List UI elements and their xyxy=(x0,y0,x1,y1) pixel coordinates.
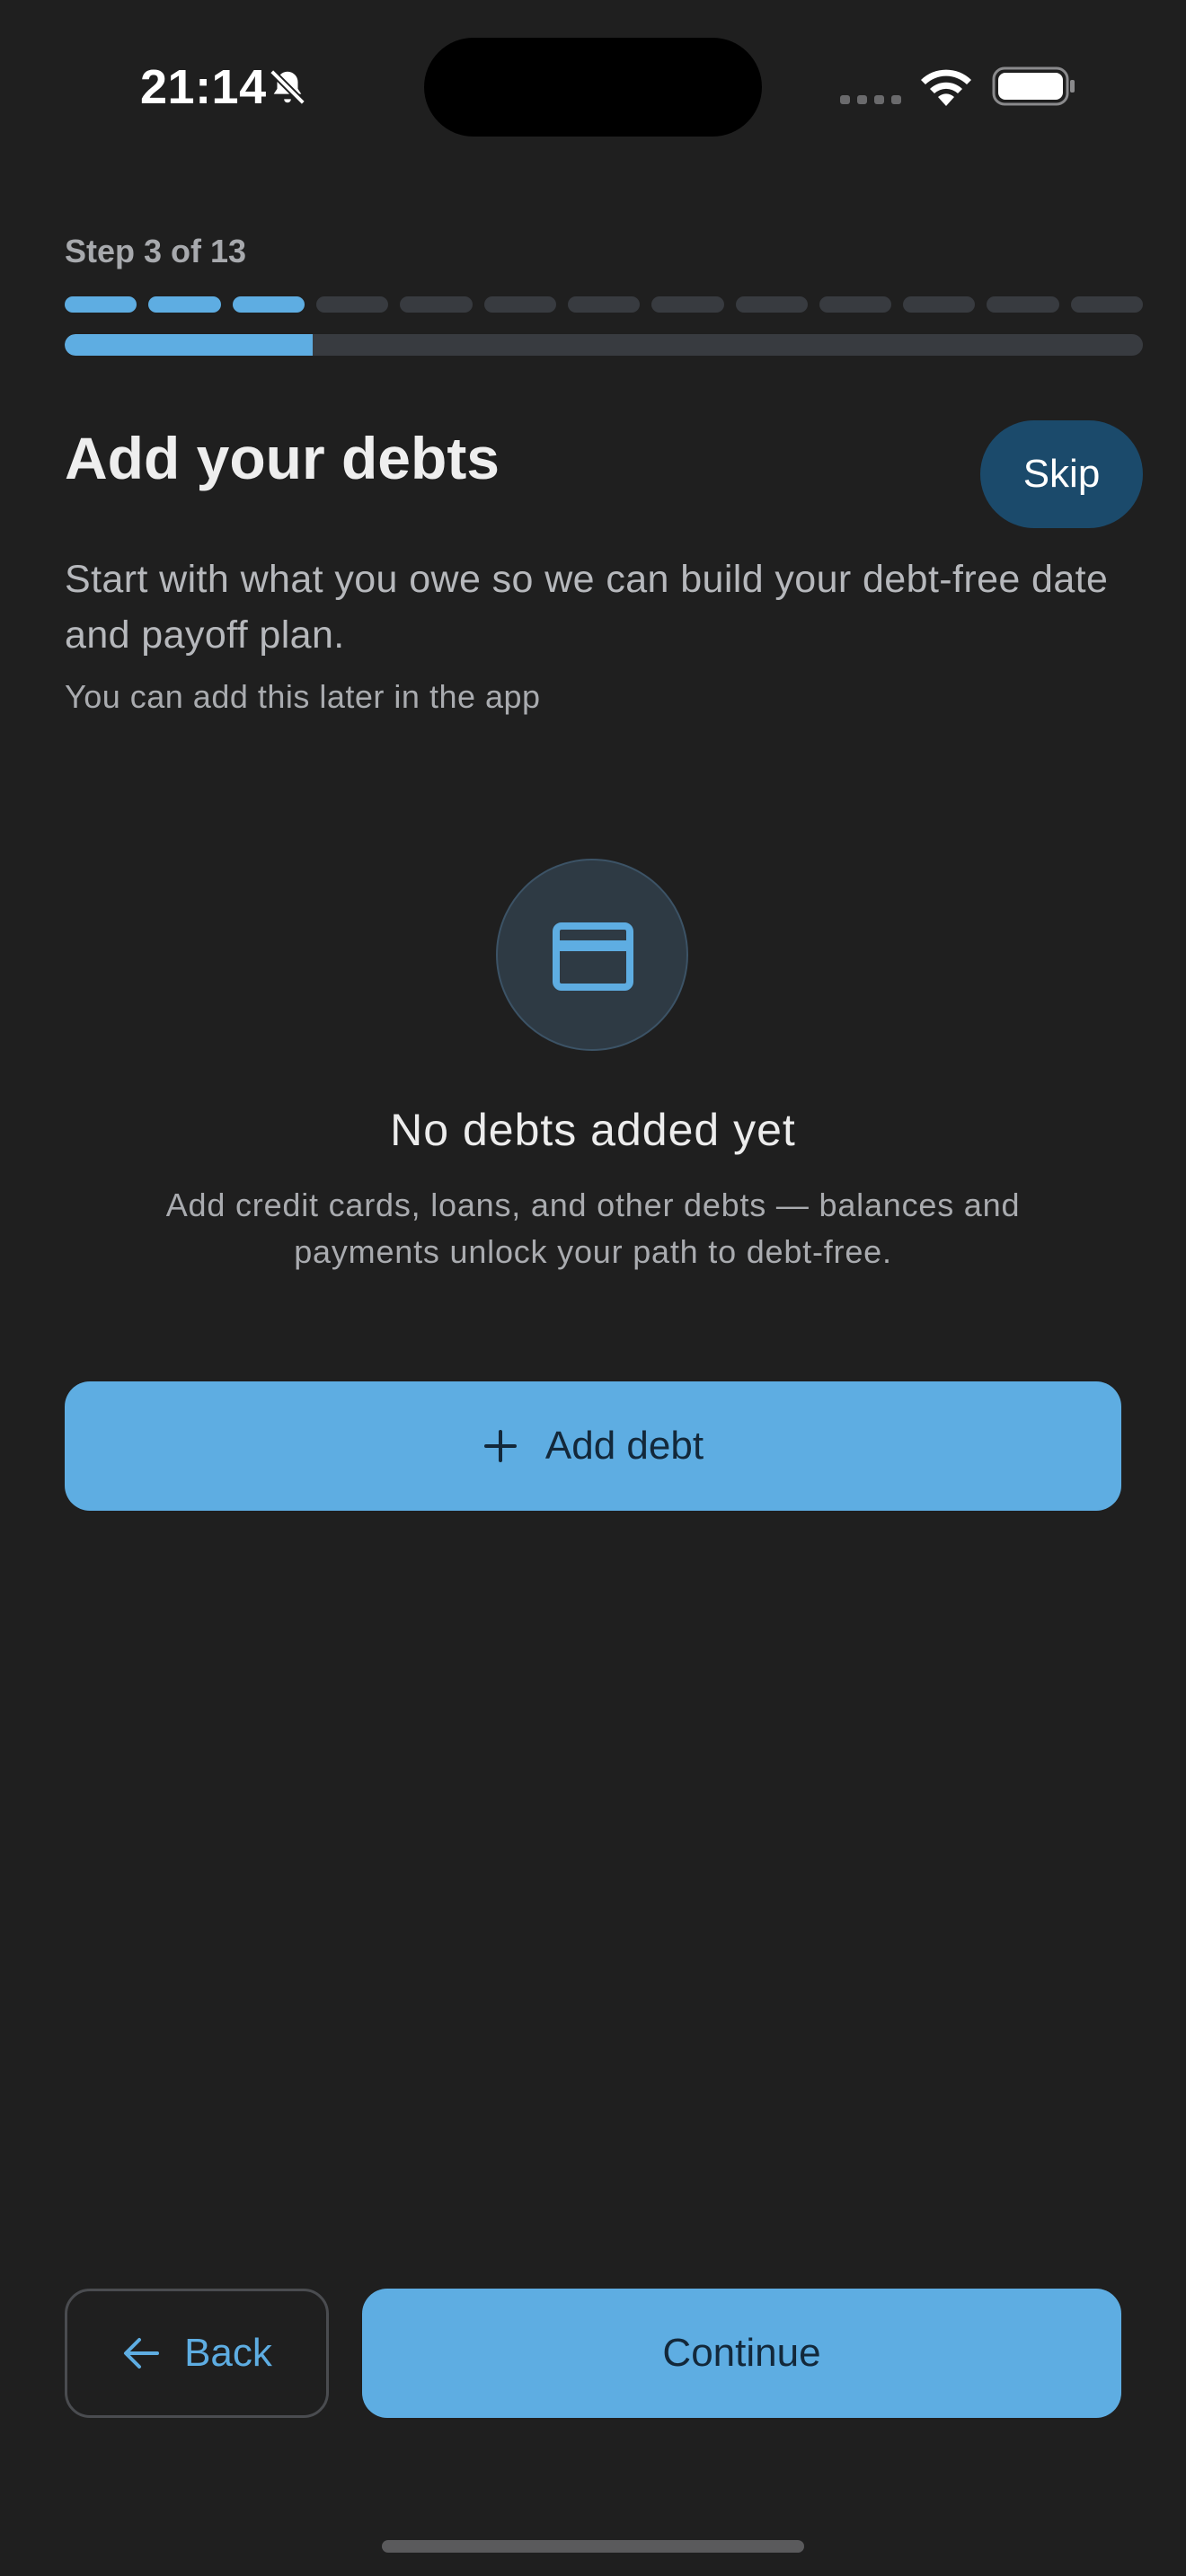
step-segment xyxy=(148,296,221,313)
page-title: Add your debts xyxy=(65,425,500,491)
step-segment xyxy=(567,296,641,313)
skip-button[interactable]: Skip xyxy=(980,420,1143,528)
step-segment xyxy=(651,296,724,313)
step-segment xyxy=(735,296,808,313)
step-label: Step 3 of 13 xyxy=(65,233,247,269)
intro-hint: You can add this later in the app xyxy=(65,678,541,715)
progress-bar xyxy=(65,334,1143,356)
arrow-left-icon xyxy=(124,2338,160,2369)
back-label: Back xyxy=(184,2331,272,2375)
step-segment xyxy=(903,296,976,313)
continue-button[interactable]: Continue xyxy=(362,2289,1121,2418)
step-segment xyxy=(819,296,892,313)
empty-state-title: No debts added yet xyxy=(390,1105,796,1155)
add-debt-button[interactable]: Add debt xyxy=(65,1381,1121,1511)
bell-slash-icon xyxy=(270,69,305,105)
intro-subtitle: Start with what you owe so we can build … xyxy=(65,558,1109,657)
progress-bar-fill xyxy=(65,334,313,356)
credit-card-icon xyxy=(553,922,633,991)
status-time: 21:14 xyxy=(140,60,267,114)
step-segment xyxy=(65,296,137,313)
step-segment xyxy=(315,296,389,313)
back-button[interactable]: Back xyxy=(65,2289,329,2418)
step-segment xyxy=(232,296,305,313)
add-debt-label: Add debt xyxy=(544,1424,704,1468)
step-segment xyxy=(1070,296,1144,313)
step-segment xyxy=(483,296,556,313)
step-segments xyxy=(65,296,1144,313)
wifi-icon xyxy=(921,69,971,106)
step-segment xyxy=(987,296,1059,313)
empty-state-description: Add credit cards, loans, and other debts… xyxy=(165,1187,1021,1270)
battery-icon xyxy=(992,66,1075,106)
dynamic-island xyxy=(424,38,762,137)
signal-icon xyxy=(840,95,901,104)
step-segment xyxy=(400,296,473,313)
plus-icon xyxy=(483,1430,517,1462)
home-indicator xyxy=(382,2540,804,2553)
empty-state-icon-circle xyxy=(496,859,688,1051)
